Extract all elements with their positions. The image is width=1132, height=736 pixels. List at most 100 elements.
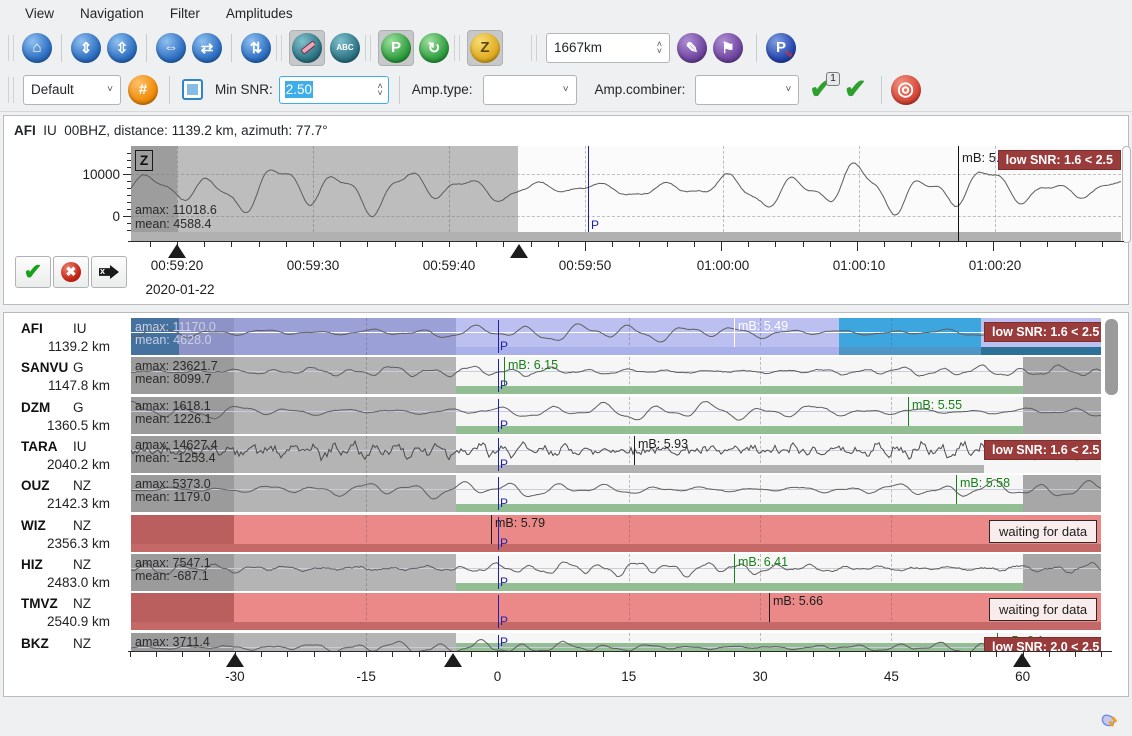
toolbar-handle xyxy=(8,35,14,61)
station-label-TARA[interactable]: TARAIU2040.2 km xyxy=(4,436,131,473)
snr-band-selected xyxy=(456,347,839,355)
window-marker[interactable] xyxy=(1013,653,1031,667)
station-labels-icon[interactable]: ABC xyxy=(330,33,360,63)
mb-marker[interactable] xyxy=(958,146,959,241)
amplitude-fit-icon[interactable]: ⇳ xyxy=(107,33,137,63)
station-label-SANVU[interactable]: SANVUG1147.8 km xyxy=(4,357,131,394)
time-tick-label: 00:59:50 xyxy=(543,258,627,273)
trace-row-SANVU[interactable]: amax: 23621.7mean: 8099.7PmB: 6.15 xyxy=(131,357,1101,394)
menu-filter[interactable]: Filter xyxy=(157,3,213,24)
station-label-WIZ[interactable]: WIZNZ2356.3 km xyxy=(4,515,131,552)
mb-marker[interactable] xyxy=(769,593,770,622)
skip-export-button[interactable]: x xyxy=(91,256,127,288)
pick-p-icon[interactable]: P xyxy=(381,33,411,63)
trace-row-BKZ[interactable]: amax: 3711.4PmB: 6.1low SNR: 2.0 < 2.5 xyxy=(131,633,1101,651)
p-pick-marker[interactable] xyxy=(498,635,499,649)
p-pick-label: P xyxy=(500,418,508,432)
distance-spinner[interactable]: 1667km ˄˅ xyxy=(546,33,670,63)
amp-type-combo[interactable]: ˅ xyxy=(483,75,577,105)
p-pick-label: P xyxy=(500,635,508,649)
p-pick-marker[interactable] xyxy=(498,438,499,471)
confirm-all-icon[interactable]: ✔ xyxy=(844,76,867,103)
mb-value: mB: 6.15 xyxy=(508,358,558,372)
draw-pick-icon[interactable]: ✎ xyxy=(677,33,707,63)
home-icon[interactable]: ⌂ xyxy=(22,33,52,63)
p-pick-marker[interactable] xyxy=(498,477,499,510)
main-toolbar: ⌂ ⇕ ⇳ ⇔ ⇄ ⇅ ABC P ↻ Z 1667km ˄˅ ✎ ⚑ P∿ xyxy=(0,27,1132,68)
mb-marker[interactable] xyxy=(908,397,909,426)
magnitude-target-icon[interactable]: ◎ xyxy=(891,75,921,105)
station-label-AFI[interactable]: AFIIU1139.2 km xyxy=(4,318,131,355)
menu-view[interactable]: View xyxy=(12,3,67,24)
relative-tick-label: 15 xyxy=(587,669,671,684)
time-tick-label: 00:59:30 xyxy=(271,258,355,273)
mb-marker[interactable] xyxy=(634,436,635,465)
flag-pick-icon[interactable]: ⚑ xyxy=(713,33,743,63)
commit-icon[interactable]: # xyxy=(128,75,158,105)
mb-value: mB: 6.41 xyxy=(738,555,788,569)
window-marker[interactable] xyxy=(226,653,244,667)
trace-row-WIZ[interactable]: PmB: 5.79waiting for data xyxy=(131,515,1101,552)
trace-row-OUZ[interactable]: amax: 5373.0mean: 1179.0PmB: 5.58 xyxy=(131,475,1101,512)
trace-row-TARA[interactable]: amax: 14627.4mean: -1253.4PmB: 5.93low S… xyxy=(131,436,1101,473)
trace-row-DZM[interactable]: amax: 1618.1mean: 1226.1PmB: 5.55 xyxy=(131,397,1101,434)
mb-marker[interactable] xyxy=(956,475,957,504)
mb-value: mB: 5.49 xyxy=(738,319,788,333)
compute-amplitudes-icon[interactable]: P∿ xyxy=(766,33,796,63)
mb-marker[interactable] xyxy=(734,318,735,347)
menu-navigation[interactable]: Navigation xyxy=(67,3,157,24)
trace-row-HIZ[interactable]: amax: 7547.1mean: -687.1PmB: 6.41 xyxy=(131,554,1101,591)
window-marker[interactable] xyxy=(168,244,186,258)
p-pick-marker[interactable] xyxy=(498,359,499,392)
amplitude-zoom-slider[interactable] xyxy=(1122,146,1131,243)
time-fit-icon[interactable]: ⇄ xyxy=(192,33,222,63)
mb-marker[interactable] xyxy=(734,554,735,583)
recompute-icon[interactable]: ↻ xyxy=(419,33,449,63)
mb-marker[interactable] xyxy=(491,515,492,544)
spinner-arrows-icon[interactable]: ˄˅ xyxy=(647,41,662,55)
ruler-icon[interactable] xyxy=(292,33,322,63)
time-zoom-out-icon[interactable]: ⇔ xyxy=(156,33,186,63)
amplitude-scale-icon[interactable]: ⇕ xyxy=(71,33,101,63)
p-pick-marker[interactable] xyxy=(498,556,499,589)
mb-marker[interactable] xyxy=(504,357,505,386)
connection-status-icon[interactable] xyxy=(1097,708,1119,735)
p-pick-marker[interactable] xyxy=(498,320,499,353)
menu-bar: View Navigation Filter Amplitudes xyxy=(0,0,1132,27)
p-pick-marker[interactable] xyxy=(498,399,499,432)
trace-row-TMVZ[interactable]: PmB: 5.66waiting for data xyxy=(131,593,1101,630)
min-snr-value: 2.50 xyxy=(285,81,313,98)
station-label-OUZ[interactable]: OUZNZ2142.3 km xyxy=(4,475,131,512)
amp-combiner-combo[interactable]: ˅ xyxy=(695,75,799,105)
trace-row-AFI[interactable]: amax: 11170.0mean: 4628.0PmB: 5.49low SN… xyxy=(131,318,1101,355)
min-snr-spinbox[interactable]: 2.50 ˄˅ xyxy=(279,76,389,104)
station-list-scrollbar[interactable] xyxy=(1105,319,1118,395)
row-height-icon[interactable]: ⇅ xyxy=(241,33,271,63)
p-pick-marker[interactable] xyxy=(498,595,499,628)
reject-trace-button[interactable]: ✖ xyxy=(53,256,89,288)
z-component-icon[interactable]: Z xyxy=(470,33,500,63)
y-tick-0: 0 xyxy=(60,209,120,224)
station-label-TMVZ[interactable]: TMVZNZ2540.9 km xyxy=(4,593,131,630)
main-trace-plot[interactable]: Z amax: 11018.6 mean: 4588.4 P mB: 5.4 l… xyxy=(131,146,1121,241)
min-snr-arrows-icon[interactable]: ˄˅ xyxy=(368,83,383,97)
mean-label: mean: 8099.7 xyxy=(135,372,211,386)
confirm-one-icon[interactable]: ✔1 xyxy=(809,76,832,103)
confirm-count-badge: 1 xyxy=(826,72,840,86)
profile-combo[interactable]: Default ˅ xyxy=(23,75,121,105)
mean-label: mean: -1253.4 xyxy=(135,451,216,465)
min-snr-checkbox[interactable] xyxy=(182,79,203,100)
window-marker[interactable] xyxy=(444,653,462,667)
amax-label: amax: 7547.1 xyxy=(135,556,211,570)
accept-trace-button[interactable]: ✔ xyxy=(15,256,51,288)
p-pick-label: P xyxy=(500,536,508,550)
station-label-HIZ[interactable]: HIZNZ2483.0 km xyxy=(4,554,131,591)
amp-combiner-label: Amp.combiner: xyxy=(595,82,686,97)
station-label-BKZ[interactable]: BKZNZ xyxy=(4,633,131,651)
snr-band-selected xyxy=(839,347,981,355)
station-list-panel: AFIIU1139.2 kmamax: 11170.0mean: 4628.0P… xyxy=(3,312,1129,697)
window-marker[interactable] xyxy=(510,244,528,258)
station-label-DZM[interactable]: DZMG1360.5 km xyxy=(4,397,131,434)
p-pick-marker[interactable] xyxy=(588,146,589,232)
menu-amplitudes[interactable]: Amplitudes xyxy=(213,3,306,24)
